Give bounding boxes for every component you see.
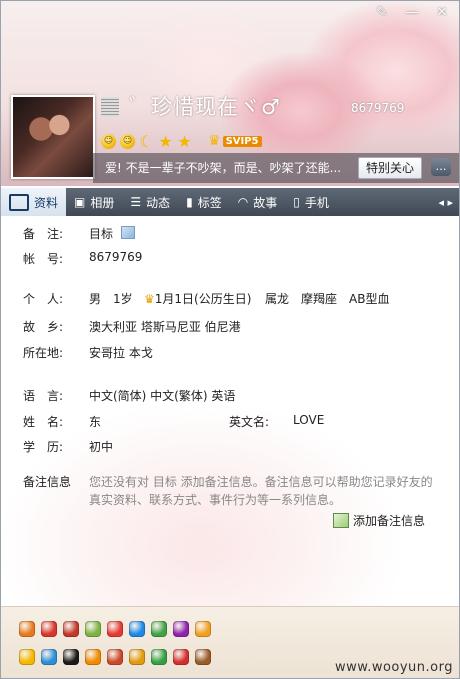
zodiac: 属龙 — [265, 292, 290, 306]
level-row: ☺ ☺ ☾ ★ ★ ♛ SVIP5 — [101, 133, 262, 149]
watermark: www.wooyun.org — [334, 660, 453, 675]
name-value: 东 — [89, 415, 102, 429]
qq-number: 8679769 — [351, 101, 405, 115]
hometown-label: 故 乡: — [23, 320, 64, 334]
location-value: 安哥拉 本戈 — [89, 346, 153, 360]
signature-text[interactable]: 爱! 不是一辈子不吵架，而是、吵架了还能... — [105, 159, 341, 176]
star-icon[interactable]: ★ — [158, 133, 173, 149]
personal-label: 个 人: — [23, 292, 64, 306]
blood-type: AB型血 — [349, 292, 390, 306]
mail-icon[interactable] — [107, 649, 123, 665]
gender: 男 — [89, 292, 102, 306]
add-note-icon — [333, 513, 349, 528]
tab-phone[interactable]: ▯ 手机 — [285, 188, 337, 216]
hometown-value: 澳大利亚 塔斯马尼亚 伯尼港 — [89, 320, 241, 334]
photo-album-icon: ▣ — [74, 195, 86, 209]
blue-diamond-icon[interactable] — [129, 621, 145, 637]
remark-value: 目标 — [89, 225, 136, 242]
badge-area: www.wooyun.org — [1, 606, 459, 678]
location-label: 所在地: — [23, 346, 64, 360]
birthday: ♛1月1日(公历生日) — [144, 292, 252, 306]
sun-icon[interactable]: ☺ — [120, 133, 135, 149]
star-icon[interactable]: ★ — [177, 133, 192, 149]
remark-label: 备 注: — [23, 227, 64, 241]
nickname: ゛珍惜现在ヾ♂ — [101, 91, 281, 121]
crown-icon: ♛ — [144, 292, 155, 306]
remark-info-label: 备注信息 — [23, 475, 72, 489]
tab-feed[interactable]: ☰ 动态 — [122, 188, 178, 216]
qzone-icon[interactable] — [41, 649, 57, 665]
profile-info-panel: 备 注: 目标 帐 号: 8679769 个 人: 男 1岁 ♛1月1日(公历生… — [1, 216, 459, 606]
red-diamond-icon[interactable] — [107, 621, 123, 637]
tab-story[interactable]: ◠ 故事 — [230, 188, 286, 216]
green-diamond-icon[interactable] — [85, 621, 101, 637]
vip-gift-icon[interactable] — [195, 621, 211, 637]
svip-badge[interactable]: ♛ SVIP5 — [208, 133, 262, 149]
qzone-gold-icon[interactable] — [85, 649, 101, 665]
english-name-label: 英文名: — [229, 415, 270, 429]
add-remark-button[interactable]: 添加备注信息 — [333, 512, 425, 529]
account-label: 帐 号: — [23, 252, 64, 266]
name-label: 姓 名: — [23, 415, 64, 429]
rainbow-story-icon: ◠ — [237, 195, 249, 209]
account-value: 8679769 — [89, 250, 143, 264]
badge-row-2 — [19, 649, 211, 665]
tab-album[interactable]: ▣ 相册 — [66, 188, 122, 216]
pet-icon[interactable] — [195, 649, 211, 665]
profile-header: ✎ — ✕ ゛珍惜现在ヾ♂ 8679769 ☺ ☺ ☾ ★ ★ ♛ SVIP5 爱… — [1, 1, 459, 186]
moon-icon[interactable]: ☾ — [139, 133, 154, 149]
tab-bar: 资料 ▣ 相册 ☰ 动态 ▮ 标签 ◠ 故事 ▯ 手机 ◂ ▸ — [1, 188, 459, 216]
avatar[interactable] — [11, 95, 95, 179]
education-label: 学 历: — [23, 440, 64, 454]
special-care-button[interactable]: 特别关心 — [358, 157, 422, 179]
education-value: 初中 — [89, 440, 114, 454]
bookmark-tag-icon: ▮ — [186, 195, 193, 209]
window-controls: ✎ — ✕ — [371, 3, 453, 21]
pink-diamond-icon[interactable] — [151, 621, 167, 637]
skin-icon[interactable]: ✎ — [371, 3, 393, 21]
feed-list-icon: ☰ — [130, 195, 142, 209]
age: 1岁 — [113, 292, 133, 306]
profile-card-icon — [9, 193, 29, 211]
purple-diamond-icon[interactable] — [173, 621, 189, 637]
shield-icon[interactable] — [129, 649, 145, 665]
tab-profile[interactable]: 资料 — [1, 188, 67, 216]
tab-scroll-arrows[interactable]: ◂ ▸ — [438, 196, 453, 209]
close-icon[interactable]: ✕ — [431, 3, 453, 21]
profile-window: ✎ — ✕ ゛珍惜现在ヾ♂ 8679769 ☺ ☺ ☾ ★ ★ ♛ SVIP5 爱… — [0, 0, 460, 679]
sun-icon[interactable]: ☺ — [101, 133, 116, 149]
phone-icon: ▯ — [293, 195, 300, 209]
remark-info-text: 您还没有对 目标 添加备注信息。备注信息可以帮助您记录好友的真实资料、联系方式、… — [89, 475, 433, 507]
constellation: 摩羯座 — [301, 292, 338, 306]
tab-tags[interactable]: ▮ 标签 — [178, 188, 230, 216]
badge-row-1 — [19, 621, 211, 637]
english-name-value: LOVE — [293, 413, 325, 427]
game-icon[interactable] — [63, 621, 79, 637]
penguin-icon[interactable] — [63, 649, 79, 665]
chat-bubble-icon[interactable]: … — [431, 158, 451, 176]
edit-remark-icon[interactable] — [121, 226, 136, 239]
minimize-icon[interactable]: — — [401, 3, 423, 21]
diamond-red-icon[interactable] — [41, 621, 57, 637]
red-bag-icon[interactable] — [173, 649, 189, 665]
qq-show-icon[interactable] — [19, 621, 35, 637]
star-badge-icon[interactable] — [19, 649, 35, 665]
nickname-prefix-block — [101, 97, 119, 117]
language-value: 中文(简体) 中文(繁体) 英语 — [89, 389, 236, 403]
crown-icon: ♛ — [208, 133, 221, 149]
language-label: 语 言: — [23, 389, 64, 403]
music-icon[interactable] — [151, 649, 167, 665]
